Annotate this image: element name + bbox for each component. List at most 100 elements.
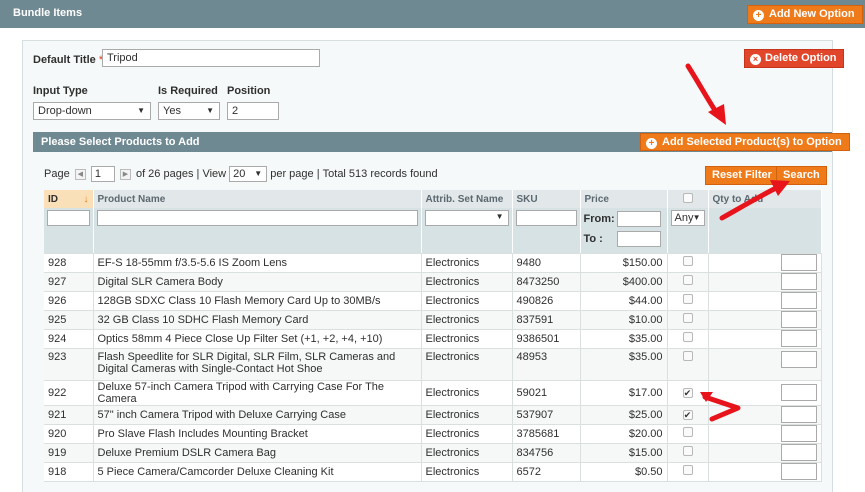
row-select-checkbox[interactable] (682, 465, 693, 475)
cell-product-name: Deluxe Premium DSLR Camera Bag (93, 443, 422, 463)
row-select-checkbox[interactable] (682, 332, 693, 342)
qty-input[interactable] (780, 444, 817, 461)
table-row[interactable]: 918 5 Piece Camera/Camcorder Deluxe Clean… (44, 462, 822, 482)
column-sku[interactable]: SKU (512, 190, 581, 208)
chevron-down-icon: ▼ (495, 212, 504, 221)
price-from-label: From: (583, 213, 615, 225)
per-page-select[interactable]: 20 ▼ (229, 166, 268, 182)
sort-arrow-icon: ↓ (83, 193, 89, 205)
qty-input[interactable] (780, 273, 817, 290)
table-row[interactable]: 920 Pro Slave Flash Includes Mounting Bra… (44, 424, 822, 444)
cell-attrib-set: Electronics (421, 329, 513, 349)
row-select-checkbox[interactable]: ✔ (682, 387, 693, 398)
qty-input[interactable] (780, 292, 817, 309)
row-select-checkbox[interactable] (682, 275, 693, 285)
cell-product-name: Deluxe 57-inch Camera Tripod with Carryi… (93, 380, 422, 406)
id-filter-input[interactable] (47, 210, 90, 226)
cell-attrib-set: Electronics (421, 291, 513, 311)
prev-page-icon[interactable]: ◀ (74, 168, 86, 180)
cell-price: $15.00 (580, 443, 668, 463)
position-input[interactable]: 2 (227, 102, 279, 120)
row-select-checkbox[interactable] (682, 256, 693, 266)
table-row[interactable]: 928 EF-S 18-55mm f/3.5-5.6 IS Zoom Lens El… (44, 253, 822, 273)
table-row[interactable]: 925 32 GB Class 10 SDHC Flash Memory Card… (44, 310, 822, 330)
chevron-down-icon: ▼ (254, 169, 263, 178)
cell-product-name: 128GB SDXC Class 10 Flash Memory Card Up… (93, 291, 422, 311)
sku-filter-input[interactable] (515, 210, 577, 226)
is-required-select[interactable]: Yes ▼ (158, 102, 220, 120)
table-row[interactable]: 924 Optics 58mm 4 Piece Close Up Filter S… (44, 329, 822, 349)
add-selected-products-button[interactable]: + Add Selected Product(s) to Option (640, 133, 850, 151)
cell-id: 921 (44, 405, 94, 425)
column-attrib-set[interactable]: Attrib. Set Name (421, 190, 513, 208)
table-row[interactable]: 921 57" inch Camera Tripod with Deluxe Ca… (44, 405, 822, 425)
row-select-checkbox[interactable] (682, 313, 693, 323)
cell-price: $35.00 (580, 329, 668, 349)
cell-price: $400.00 (580, 272, 668, 292)
default-title-input[interactable]: Tripod (102, 49, 320, 67)
cell-sku: 9386501 (512, 329, 581, 349)
row-select-checkbox[interactable] (682, 350, 693, 361)
selected-filter-select[interactable]: Any ▼ (670, 210, 705, 226)
cell-attrib-set: Electronics (421, 348, 513, 381)
cell-attrib-set: Electronics (421, 424, 513, 444)
row-select-checkbox[interactable]: ✔ (682, 409, 693, 420)
default-title-label: Default Title * (33, 54, 104, 66)
qty-input[interactable] (780, 330, 817, 347)
view-label: View (202, 168, 227, 180)
cell-id: 928 (44, 253, 94, 273)
add-new-option-label: Add New Option (769, 8, 855, 20)
cell-attrib-set: Electronics (421, 405, 513, 425)
add-icon: + (646, 138, 657, 149)
total-records: Total 513 records found (322, 168, 438, 180)
qty-input[interactable] (780, 463, 817, 480)
cell-product-name: 5 Piece Camera/Camcorder Deluxe Cleaning… (93, 462, 422, 482)
cell-product-name: 57" inch Camera Tripod with Deluxe Carry… (93, 405, 422, 425)
cell-product-name: Pro Slave Flash Includes Mounting Bracke… (93, 424, 422, 444)
cell-sku: 537907 (512, 405, 581, 425)
price-from-input[interactable] (616, 211, 661, 227)
qty-input[interactable] (780, 384, 817, 401)
table-row[interactable]: 926 128GB SDXC Class 10 Flash Memory Card… (44, 291, 822, 311)
qty-input[interactable] (780, 254, 817, 271)
cell-sku: 834756 (512, 443, 581, 463)
row-select-checkbox[interactable] (682, 294, 693, 304)
qty-input[interactable] (780, 425, 817, 442)
cell-attrib-set: Electronics (421, 443, 513, 463)
cell-id: 922 (44, 380, 94, 406)
qty-input[interactable] (780, 311, 817, 328)
column-select-all[interactable] (667, 190, 709, 208)
cell-sku: 3785681 (512, 424, 581, 444)
cell-price: $35.00 (580, 348, 668, 381)
attrib-filter-select[interactable]: ▼ (424, 210, 509, 226)
qty-input[interactable] (780, 406, 817, 423)
add-new-option-button[interactable]: + Add New Option (747, 5, 863, 24)
column-id[interactable]: ID ↓ (44, 190, 94, 208)
input-type-label: Input Type (33, 85, 88, 97)
cell-product-name: EF-S 18-55mm f/3.5-5.6 IS Zoom Lens (93, 253, 422, 273)
row-select-checkbox[interactable] (682, 446, 693, 456)
next-page-icon[interactable]: ▶ (119, 168, 131, 180)
cell-price: $20.00 (580, 424, 668, 444)
add-icon: + (753, 10, 764, 21)
column-price[interactable]: Price (580, 190, 668, 208)
checkbox-icon[interactable] (682, 192, 693, 203)
cell-product-name: Flash Speedlite for SLR Digital, SLR Fil… (93, 348, 422, 381)
price-to-input[interactable] (616, 231, 661, 247)
reset-filter-button[interactable]: Reset Filter (705, 166, 779, 185)
name-filter-input[interactable] (96, 210, 418, 226)
page-input[interactable]: 1 (90, 166, 115, 182)
table-row[interactable]: 919 Deluxe Premium DSLR Camera Bag Electro… (44, 443, 822, 463)
search-button[interactable]: Search (776, 166, 827, 185)
table-row[interactable]: 922 Deluxe 57-inch Camera Tripod with Car… (44, 380, 822, 406)
qty-input[interactable] (780, 350, 817, 368)
input-type-select[interactable]: Drop-down ▼ (33, 102, 151, 120)
column-product-name[interactable]: Product Name (93, 190, 422, 208)
table-row[interactable]: 927 Digital SLR Camera Body Electronics 847… (44, 272, 822, 292)
delete-option-button[interactable]: × Delete Option (744, 49, 844, 68)
row-select-checkbox[interactable] (682, 427, 693, 437)
cell-product-name: 32 GB Class 10 SDHC Flash Memory Card (93, 310, 422, 330)
cell-price: $0.50 (580, 462, 668, 482)
cell-id: 924 (44, 329, 94, 349)
table-row[interactable]: 923 Flash Speedlite for SLR Digital, SLR … (44, 348, 822, 381)
